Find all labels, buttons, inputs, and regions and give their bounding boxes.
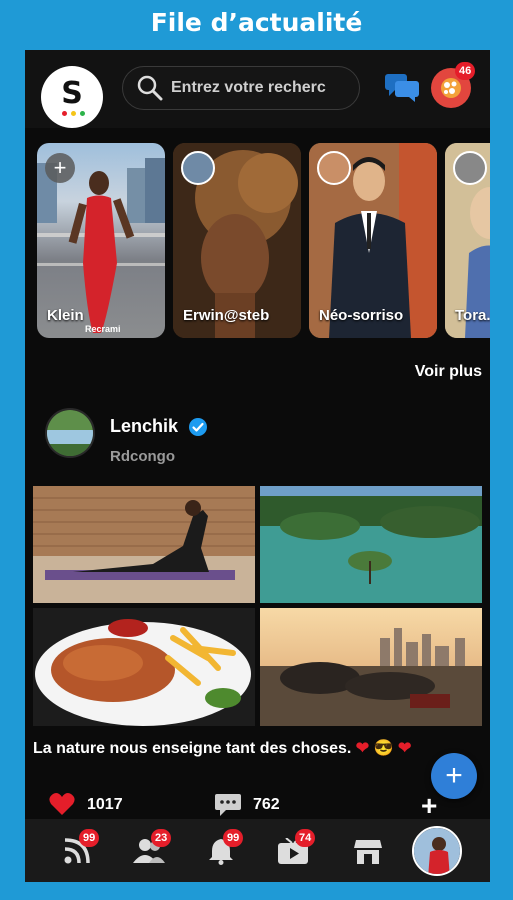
nav-badge: 23 <box>151 829 172 847</box>
post-stats: 1017 762 + <box>25 788 490 821</box>
nav-badge: 99 <box>79 829 100 847</box>
heart-emoji: ❤ <box>398 740 412 757</box>
app-logo[interactable]: S <box>41 66 103 128</box>
heart-icon[interactable] <box>49 792 75 816</box>
bottom-nav: 99 23 99 74 <box>25 819 490 882</box>
post-photo[interactable] <box>33 608 255 726</box>
story-card[interactable]: + Klein Recrami <box>37 143 165 338</box>
add-story-icon[interactable]: + <box>45 153 75 183</box>
story-card[interactable]: Tora... <box>445 143 490 338</box>
store-icon <box>354 839 382 864</box>
nav-notifications[interactable]: 99 <box>191 819 251 882</box>
post-author-avatar[interactable] <box>45 408 95 458</box>
food-photo <box>33 608 255 726</box>
post-header: Lenchik Rdcongo <box>45 408 465 468</box>
post-photo[interactable] <box>33 486 255 603</box>
nav-friends[interactable]: 23 <box>119 819 179 882</box>
story-label: Erwin@steb <box>183 307 270 324</box>
story-card[interactable]: Néo-sorriso <box>309 143 437 338</box>
story-label: Tora... <box>455 307 490 324</box>
see-more-stories-link[interactable]: Voir plus <box>415 363 482 381</box>
post-media-grid <box>33 486 482 726</box>
app-screen: S 46 <box>25 50 490 882</box>
profile-avatar <box>412 825 462 876</box>
nav-store[interactable] <box>338 819 398 882</box>
lagoon-photo <box>260 486 482 603</box>
nav-badge: 99 <box>223 829 244 847</box>
notifications-avatar[interactable]: 46 <box>431 62 476 108</box>
search-icon <box>137 75 163 101</box>
chat-icon[interactable] <box>385 74 419 102</box>
nav-profile[interactable] <box>407 819 467 882</box>
story-sublabel: Recrami <box>85 324 121 334</box>
comment-icon[interactable] <box>215 794 241 816</box>
verified-icon <box>189 418 207 436</box>
likes-count: 1017 <box>87 796 123 813</box>
logo-dots <box>62 111 85 116</box>
nav-badge: 74 <box>295 829 316 847</box>
post-author-name[interactable]: Lenchik <box>110 416 178 437</box>
story-card[interactable]: Erwin@steb <box>173 143 301 338</box>
logo-s-icon: S <box>61 75 83 111</box>
post-photo[interactable] <box>260 486 482 603</box>
notifications-badge: 46 <box>455 62 476 80</box>
yoga-photo <box>33 486 255 603</box>
stories-row: + Klein Recrami Erwin@steb Néo-sorriso T… <box>37 143 490 338</box>
page-banner-title: File d’actualité <box>150 8 363 37</box>
story-avatar <box>181 151 215 185</box>
story-label: Klein <box>47 307 84 324</box>
post-location: Rdcongo <box>110 448 175 465</box>
add-action-button[interactable]: + <box>421 790 437 822</box>
heart-emoji: ❤ <box>355 740 370 757</box>
sunglasses-emoji: 😎 <box>373 740 394 757</box>
story-avatar <box>453 151 487 185</box>
post-photo[interactable] <box>260 608 482 726</box>
post-caption-text: La nature nous enseigne tant des choses. <box>33 740 352 757</box>
story-avatar <box>317 151 351 185</box>
story-label: Néo-sorriso <box>319 307 404 324</box>
top-bar: S 46 <box>25 50 490 128</box>
search-bar[interactable] <box>122 66 360 110</box>
city-sunset-photo <box>260 608 482 726</box>
comments-count: 762 <box>253 796 280 813</box>
nav-feed[interactable]: 99 <box>47 819 107 882</box>
nav-videos[interactable]: 74 <box>263 819 323 882</box>
post-caption: La nature nous enseigne tant des choses.… <box>33 738 411 758</box>
search-input[interactable] <box>171 79 351 97</box>
